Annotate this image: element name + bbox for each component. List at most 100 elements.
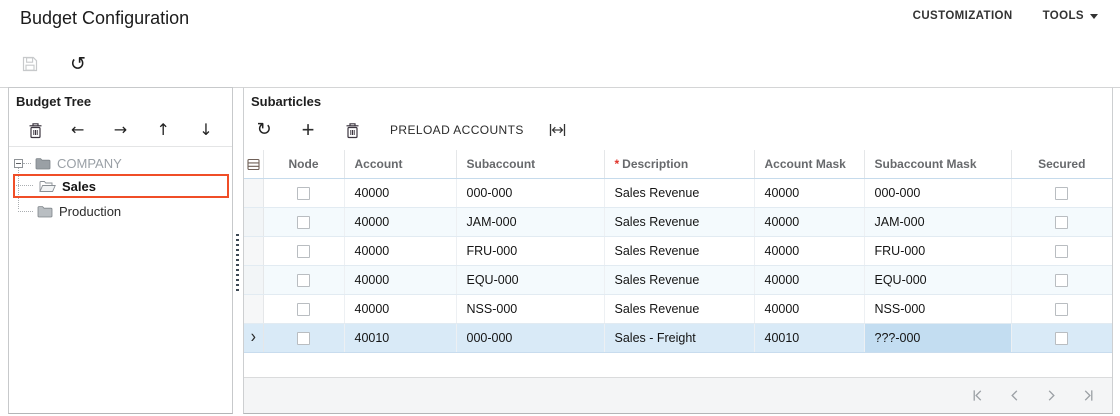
column-header-description[interactable]: *Description xyxy=(604,150,754,178)
preload-accounts-button[interactable]: PRELOAD ACCOUNTS xyxy=(390,123,524,137)
cell-node[interactable] xyxy=(263,178,344,207)
cell-description[interactable]: Sales Revenue xyxy=(604,178,754,207)
cell-account[interactable]: 40000 xyxy=(344,294,456,323)
cell-secured[interactable] xyxy=(1011,265,1112,294)
first-page-button[interactable] xyxy=(969,388,985,404)
column-header-subaccount[interactable]: Subaccount xyxy=(456,150,604,178)
refresh-button[interactable]: ↻ xyxy=(256,121,272,139)
column-header-node[interactable]: Node xyxy=(263,150,344,178)
row-selector-cell[interactable] xyxy=(244,207,263,236)
cell-description[interactable]: Sales Revenue xyxy=(604,294,754,323)
cell-subaccount[interactable]: 000-000 xyxy=(456,323,604,352)
move-node-left-button[interactable]: ← xyxy=(67,119,89,141)
cell-secured[interactable] xyxy=(1011,236,1112,265)
cell-node[interactable] xyxy=(263,207,344,236)
table-row[interactable]: 40000 FRU-000 Sales Revenue 40000 FRU-00… xyxy=(244,236,1112,265)
cell-account[interactable]: 40010 xyxy=(344,323,456,352)
cell-secured[interactable] xyxy=(1011,294,1112,323)
cell-account[interactable]: 40000 xyxy=(344,178,456,207)
move-node-up-button[interactable]: ↑ xyxy=(152,119,174,141)
cell-account-mask[interactable]: 40000 xyxy=(754,265,864,294)
tree-node-production[interactable]: Production xyxy=(13,200,121,222)
secured-checkbox[interactable] xyxy=(1055,245,1068,258)
move-node-down-button[interactable]: ↓ xyxy=(195,119,217,141)
fit-width-button[interactable] xyxy=(549,123,566,137)
cell-subaccount[interactable]: NSS-000 xyxy=(456,294,604,323)
secured-checkbox[interactable] xyxy=(1055,274,1068,287)
panel-splitter-handle[interactable] xyxy=(236,234,239,291)
column-header-account[interactable]: Account xyxy=(344,150,456,178)
cell-subaccount-mask[interactable]: 000-000 xyxy=(864,178,1011,207)
row-selector-cell[interactable] xyxy=(244,294,263,323)
table-row-selected[interactable]: › 40010 000-000 Sales - Freight 40010 ??… xyxy=(244,323,1112,352)
cell-subaccount-mask-active[interactable]: ???-000 xyxy=(864,323,1011,352)
cell-secured[interactable] xyxy=(1011,178,1112,207)
trash-icon xyxy=(345,122,360,139)
tools-button[interactable]: TOOLS xyxy=(1043,10,1098,22)
secured-checkbox[interactable] xyxy=(1055,187,1068,200)
cell-node[interactable] xyxy=(263,323,344,352)
node-checkbox[interactable] xyxy=(297,303,310,316)
undo-icon: ↺ xyxy=(70,55,86,74)
secured-checkbox[interactable] xyxy=(1055,332,1068,345)
node-checkbox[interactable] xyxy=(297,187,310,200)
collapse-minus-icon[interactable] xyxy=(14,159,23,168)
cell-description[interactable]: Sales Revenue xyxy=(604,207,754,236)
cell-subaccount[interactable]: JAM-000 xyxy=(456,207,604,236)
undo-button[interactable]: ↺ xyxy=(66,52,90,76)
secured-checkbox[interactable] xyxy=(1055,303,1068,316)
cell-description[interactable]: Sales Revenue xyxy=(604,265,754,294)
cell-description[interactable]: Sales Revenue xyxy=(604,236,754,265)
last-page-button[interactable] xyxy=(1080,388,1096,404)
row-selector-cell[interactable] xyxy=(244,236,263,265)
cell-account-mask[interactable]: 40010 xyxy=(754,323,864,352)
cell-node[interactable] xyxy=(263,294,344,323)
cell-account-mask[interactable]: 40000 xyxy=(754,178,864,207)
cell-node[interactable] xyxy=(263,265,344,294)
node-checkbox[interactable] xyxy=(297,216,310,229)
cell-subaccount[interactable]: EQU-000 xyxy=(456,265,604,294)
table-row[interactable]: 40000 000-000 Sales Revenue 40000 000-00… xyxy=(244,178,1112,207)
cell-account-mask[interactable]: 40000 xyxy=(754,207,864,236)
node-checkbox[interactable] xyxy=(297,274,310,287)
cell-account-mask[interactable]: 40000 xyxy=(754,236,864,265)
cell-subaccount-mask[interactable]: JAM-000 xyxy=(864,207,1011,236)
folder-closed-icon xyxy=(35,157,51,170)
next-page-button[interactable] xyxy=(1043,388,1059,404)
row-selector-cell[interactable]: › xyxy=(244,323,263,352)
cell-description[interactable]: Sales - Freight xyxy=(604,323,754,352)
cell-node[interactable] xyxy=(263,236,344,265)
prev-page-button[interactable] xyxy=(1006,388,1022,404)
row-selector-cell[interactable] xyxy=(244,265,263,294)
column-header-account-mask[interactable]: Account Mask xyxy=(754,150,864,178)
tree-node-sales[interactable]: Sales xyxy=(13,174,229,198)
cell-subaccount-mask[interactable]: NSS-000 xyxy=(864,294,1011,323)
cell-subaccount-mask[interactable]: EQU-000 xyxy=(864,265,1011,294)
node-checkbox[interactable] xyxy=(297,332,310,345)
row-selector-cell[interactable] xyxy=(244,178,263,207)
add-row-button[interactable]: + xyxy=(300,119,316,141)
cell-subaccount-mask[interactable]: FRU-000 xyxy=(864,236,1011,265)
move-node-right-button[interactable]: → xyxy=(110,119,132,141)
secured-checkbox[interactable] xyxy=(1055,216,1068,229)
column-header-subaccount-mask[interactable]: Subaccount Mask xyxy=(864,150,1011,178)
cell-account-mask[interactable]: 40000 xyxy=(754,294,864,323)
table-row[interactable]: 40000 JAM-000 Sales Revenue 40000 JAM-00… xyxy=(244,207,1112,236)
cell-account[interactable]: 40000 xyxy=(344,265,456,294)
node-checkbox[interactable] xyxy=(297,245,310,258)
delete-row-button[interactable] xyxy=(345,122,360,139)
column-header-secured[interactable]: Secured xyxy=(1011,150,1112,178)
save-button[interactable] xyxy=(18,52,42,76)
table-row[interactable]: 40000 NSS-000 Sales Revenue 40000 NSS-00… xyxy=(244,294,1112,323)
cell-secured[interactable] xyxy=(1011,323,1112,352)
tree-node-company[interactable]: COMPANY xyxy=(14,152,122,174)
cell-account[interactable]: 40000 xyxy=(344,207,456,236)
customization-button[interactable]: CUSTOMIZATION xyxy=(913,10,1013,22)
row-settings-header[interactable] xyxy=(244,150,263,178)
cell-subaccount[interactable]: FRU-000 xyxy=(456,236,604,265)
cell-subaccount[interactable]: 000-000 xyxy=(456,178,604,207)
cell-account[interactable]: 40000 xyxy=(344,236,456,265)
delete-node-button[interactable] xyxy=(24,119,46,141)
table-row[interactable]: 40000 EQU-000 Sales Revenue 40000 EQU-00… xyxy=(244,265,1112,294)
cell-secured[interactable] xyxy=(1011,207,1112,236)
